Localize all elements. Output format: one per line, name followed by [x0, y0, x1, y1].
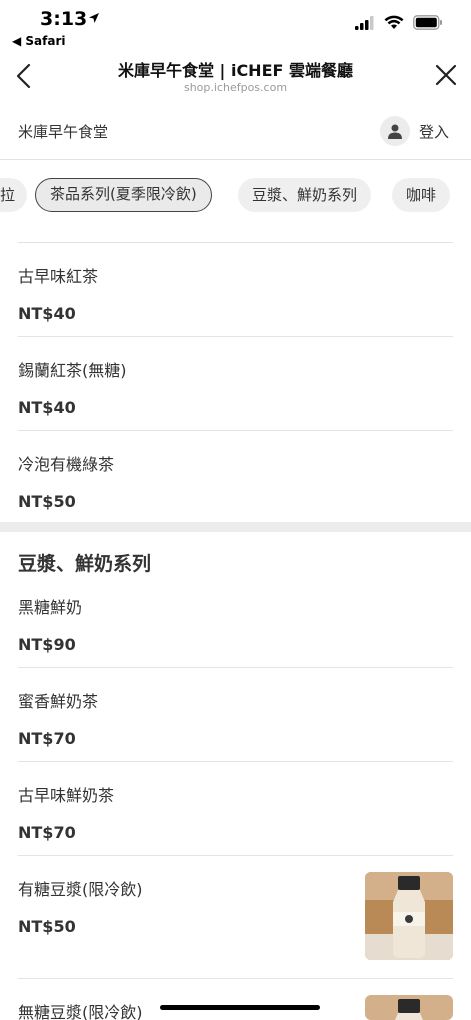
- menu-item[interactable]: 古早味紅茶 NT$40: [18, 263, 453, 323]
- menu-item[interactable]: 古早味鮮奶茶 NT$70: [18, 782, 453, 842]
- item-price: NT$90: [18, 635, 76, 654]
- item-price: NT$70: [18, 729, 76, 748]
- wifi-icon: [384, 15, 404, 29]
- status-bar: 3:13 ◀ Safari: [0, 0, 471, 52]
- category-chip-prev[interactable]: 拉: [0, 178, 28, 212]
- divider: [18, 855, 453, 856]
- item-name: 冷泡有機綠茶: [18, 455, 115, 474]
- divider: [18, 761, 453, 762]
- item-name: 錫蘭紅茶(無糖): [18, 361, 127, 380]
- divider: [18, 336, 453, 337]
- item-price: NT$50: [18, 492, 76, 511]
- status-icons: [355, 15, 443, 30]
- browser-header: 米庫早午食堂 | iCHEF 雲端餐廳 shop.ichefpos.com: [0, 52, 471, 100]
- divider: [18, 430, 453, 431]
- category-chip-soy-milk[interactable]: 豆漿、鮮奶系列: [238, 178, 372, 212]
- item-price: NT$70: [18, 823, 76, 842]
- item-price: NT$40: [18, 398, 76, 417]
- status-time: 3:13: [40, 8, 88, 30]
- back-to-app-link[interactable]: ◀ Safari: [12, 34, 66, 48]
- item-price: NT$40: [18, 304, 76, 323]
- page-url: shop.ichefpos.com: [183, 81, 288, 94]
- close-icon[interactable]: [435, 64, 457, 86]
- divider: [18, 667, 453, 668]
- login-label: 登入: [418, 122, 449, 141]
- category-tabs: 拉 茶品系列(夏季限冷飲) 豆漿、鮮奶系列 咖啡: [0, 176, 471, 216]
- item-name: 古早味鮮奶茶: [18, 786, 115, 805]
- store-header: 米庫早午食堂 登入: [0, 104, 471, 160]
- divider: [18, 978, 453, 979]
- item-name: 古早味紅茶: [18, 267, 99, 286]
- category-chip-coffee[interactable]: 咖啡: [392, 178, 451, 212]
- login-button[interactable]: 登入: [379, 116, 449, 146]
- divider: [18, 242, 453, 243]
- menu-item[interactable]: 冷泡有機綠茶 NT$50: [18, 451, 453, 511]
- menu-item[interactable]: 蜜香鮮奶茶 NT$70: [18, 688, 453, 748]
- signal-icon: [355, 15, 374, 30]
- item-name: 蜜香鮮奶茶: [18, 692, 99, 711]
- soy-milk-bottle-image[interactable]: [365, 995, 453, 1020]
- menu-item[interactable]: 黑糖鮮奶 NT$90: [18, 594, 453, 654]
- item-name: 黑糖鮮奶: [18, 598, 83, 617]
- section-separator: [0, 522, 471, 532]
- category-chip-tea[interactable]: 茶品系列(夏季限冷飲): [35, 178, 212, 212]
- home-indicator[interactable]: [160, 1005, 320, 1010]
- user-icon: [387, 124, 402, 139]
- page-title: 米庫早午食堂 | iCHEF 雲端餐廳: [117, 61, 354, 80]
- store-name: 米庫早午食堂: [18, 123, 109, 141]
- back-chevron-icon[interactable]: [12, 62, 36, 90]
- avatar[interactable]: [379, 116, 410, 146]
- battery-icon: [413, 15, 442, 30]
- section-title: 豆漿、鮮奶系列: [18, 553, 152, 575]
- soy-milk-bottle-image[interactable]: [365, 872, 453, 960]
- location-arrow-icon: [89, 13, 99, 23]
- menu-item[interactable]: 錫蘭紅茶(無糖) NT$40: [18, 357, 453, 417]
